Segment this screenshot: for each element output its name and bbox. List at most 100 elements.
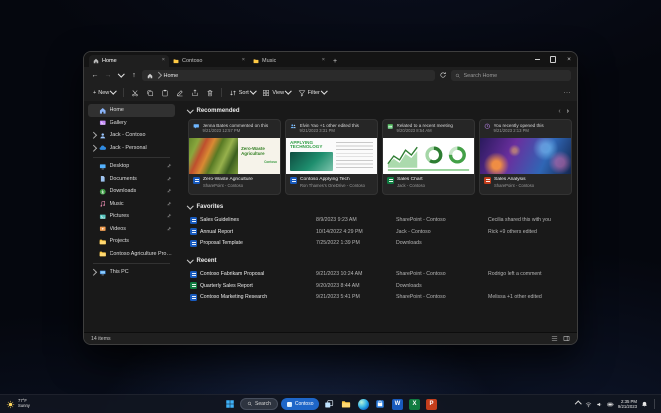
rename-button[interactable] [173,87,187,99]
sort-button[interactable]: Sort [226,87,259,99]
section-header-favorites[interactable]: Favorites [188,201,569,213]
recommended-card[interactable]: Jenna Bates commented on this 9/21/2023 … [188,119,281,195]
excel-button[interactable] [407,397,421,411]
volume-icon[interactable] [596,401,603,408]
folder-icon [253,58,259,64]
sidebar-item-label: Videos [110,226,164,232]
list-view-toggle-icon[interactable] [551,335,558,342]
recommended-card[interactable]: You recently opened this 9/21/2023 2:13 … [479,119,572,195]
favorites-section: Favorites Sales Guidelines 8/9/2023 9:23… [188,201,569,249]
carousel-prev-button[interactable]: ‹ [558,108,560,115]
pin-icon [166,163,172,169]
tab-music[interactable]: Music × [249,55,329,67]
rename-icon [176,89,184,97]
back-button[interactable]: ← [90,72,100,79]
chevron-right-icon[interactable] [90,132,96,138]
view-button[interactable]: View [259,87,293,99]
notification-bell-icon[interactable] [641,401,648,408]
chevron-right-icon[interactable] [90,269,96,275]
recent-section: Recent Contoso Fabrikam Proposal 9/21/20… [188,255,569,303]
sidebar-item-jack-contoso[interactable]: Jack - Contoso [88,129,175,142]
file-row[interactable]: Quarterly Sales Report 9/20/2023 8:44 AM… [188,280,569,292]
taskbar-search[interactable]: Search [240,398,278,410]
sidebar-item-jack-personal[interactable]: Jack - Personal [88,142,175,155]
contoso-app-button[interactable]: Contoso [281,398,320,410]
pin-icon [166,188,172,194]
sidebar-item-label: Projects [110,238,173,244]
more-options-button[interactable]: ··· [564,90,572,96]
cut-button[interactable] [128,87,142,99]
sidebar-item-gallery[interactable]: Gallery [88,117,175,130]
clock[interactable]: 2:35 PM 9/21/2023 [618,399,637,409]
edge-button[interactable] [356,397,370,411]
address-bar[interactable]: Home [142,70,435,81]
search-input[interactable] [464,73,568,79]
section-header-recommended[interactable]: Recommended ‹ › [188,105,569,117]
powerpoint-button[interactable] [424,397,438,411]
tab-close-icon[interactable]: × [162,58,165,64]
excel-icon [409,399,420,410]
file-row[interactable]: Annual Report 10/14/2022 4:29 PM Jack - … [188,226,569,238]
carousel-next-button[interactable]: › [567,108,569,115]
sidebar-item-contoso-agriculture-project[interactable]: Contoso Agriculture Project [88,248,175,261]
forward-button[interactable]: → [103,72,113,79]
filter-button[interactable]: Filter [295,87,330,99]
word-button[interactable] [390,397,404,411]
minimize-button[interactable] [529,52,545,67]
sidebar-item-music[interactable]: Music [88,198,175,211]
file-row[interactable]: Proposal Template 7/25/2022 1:39 PM Down… [188,238,569,250]
tab-contoso[interactable]: Contoso × [169,55,249,67]
show-desktop-button[interactable] [654,399,657,409]
file-row[interactable]: Contoso Fabrikam Proposal 9/21/2023 10:2… [188,269,569,281]
maximize-button[interactable] [545,52,561,67]
sidebar-item-pictures[interactable]: Pictures [88,210,175,223]
sidebar-item-downloads[interactable]: Downloads [88,185,175,198]
new-button[interactable]: + New [90,88,119,98]
sidebar-item-home[interactable]: Home [88,104,175,117]
gallery-icon [99,119,107,127]
document-icon [99,175,107,183]
sidebar-item-this-pc[interactable]: This PC [88,266,175,279]
file-row[interactable]: Contoso Marketing Research 9/21/2023 5:4… [188,292,569,304]
weather-condition: Sunny [18,404,30,409]
tab-close-icon[interactable]: × [322,58,325,64]
store-button[interactable] [373,397,387,411]
weather-widget[interactable]: 77°F Sunny [4,395,32,413]
recent-locations-button[interactable] [116,72,126,79]
sidebar-item-projects[interactable]: Projects [88,235,175,248]
battery-icon[interactable] [607,401,614,408]
search-box[interactable] [451,70,571,81]
copy-icon [146,89,154,97]
details-view-toggle-icon[interactable] [563,335,570,342]
sidebar-item-videos[interactable]: Videos [88,223,175,236]
word-icon [290,177,297,184]
up-button[interactable]: ↑ [129,72,139,79]
sidebar-item-desktop[interactable]: Desktop [88,160,175,173]
tab-close-icon[interactable]: × [242,58,245,64]
refresh-icon [439,71,447,79]
refresh-button[interactable] [438,71,448,81]
section-header-recent[interactable]: Recent [188,255,569,267]
wifi-icon[interactable] [585,401,592,408]
file-row[interactable]: Sales Guidelines 8/9/2023 9:23 AM ShareP… [188,215,569,227]
hidden-icons-chevron[interactable] [575,401,581,407]
task-view-icon [324,399,334,409]
close-button[interactable]: × [561,52,577,67]
file-explorer-button[interactable] [339,397,353,411]
task-view-button[interactable] [322,397,336,411]
people-icon [290,123,297,130]
share-button[interactable] [188,87,202,99]
pin-icon [166,226,172,232]
search-icon [455,73,461,79]
recommended-card[interactable]: Elvin Yao +1 other edited this 9/21/2023… [285,119,378,195]
paste-button[interactable] [158,87,172,99]
sidebar-item-documents[interactable]: Documents [88,173,175,186]
new-tab-button[interactable]: + [329,55,341,67]
copy-button[interactable] [143,87,157,99]
tab-home[interactable]: Home × [89,55,169,67]
start-button[interactable] [223,397,237,411]
excel-icon [387,177,394,184]
chevron-right-icon[interactable] [90,145,96,151]
delete-button[interactable] [203,87,217,99]
recommended-card[interactable]: Related to a recent meeting 9/20/2023 8:… [382,119,475,195]
